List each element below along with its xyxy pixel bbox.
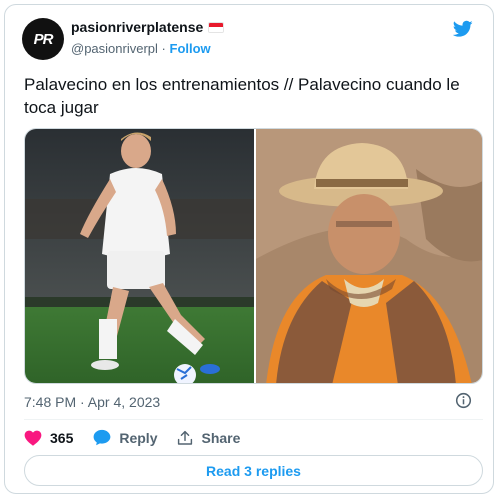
avatar[interactable]: PR (22, 18, 64, 60)
photo-man-in-hat[interactable] (254, 129, 482, 383)
heart-icon (24, 430, 42, 446)
info-icon[interactable] (455, 392, 472, 409)
tweet-text: Palavecino en los entrenamientos // Pala… (24, 75, 460, 117)
share-label: Share (201, 429, 241, 446)
like-button[interactable]: 365 (24, 430, 73, 446)
photo-soccer-player[interactable] (25, 129, 254, 383)
handle-separator: · (161, 41, 166, 56)
read-replies-label: Read 3 replies (206, 462, 301, 479)
share-upload-icon (178, 430, 193, 445)
speech-bubble-icon (93, 429, 111, 446)
man-in-hat-image (256, 129, 482, 383)
tweet-timestamp[interactable]: 7:48 PM · Apr 4, 2023 (24, 394, 160, 410)
author-name[interactable]: pasionriverplatense (71, 19, 203, 35)
reply-button[interactable]: Reply (93, 429, 157, 446)
like-count: 365 (50, 429, 74, 446)
share-button[interactable]: Share (177, 430, 240, 446)
tweet-media[interactable] (24, 128, 483, 384)
divider (24, 419, 483, 420)
tweet-actions: 365 Reply Share (24, 429, 260, 446)
follow-button[interactable]: Follow (170, 41, 211, 56)
author-handle-row: @pasionriverpl · Follow (71, 41, 211, 56)
twitter-bird-icon[interactable] (453, 20, 473, 38)
flag-icon (208, 21, 225, 33)
read-replies-button[interactable]: Read 3 replies (24, 455, 483, 486)
reply-label: Reply (119, 429, 158, 446)
author-name-row: pasionriverplatense (71, 19, 225, 35)
soccer-player-image (25, 129, 254, 383)
author-handle[interactable]: @pasionriverpl (71, 41, 158, 56)
tweet-card: PR pasionriverplatense @pasionriverpl · … (4, 4, 494, 494)
avatar-logo-text: PR (33, 30, 54, 48)
